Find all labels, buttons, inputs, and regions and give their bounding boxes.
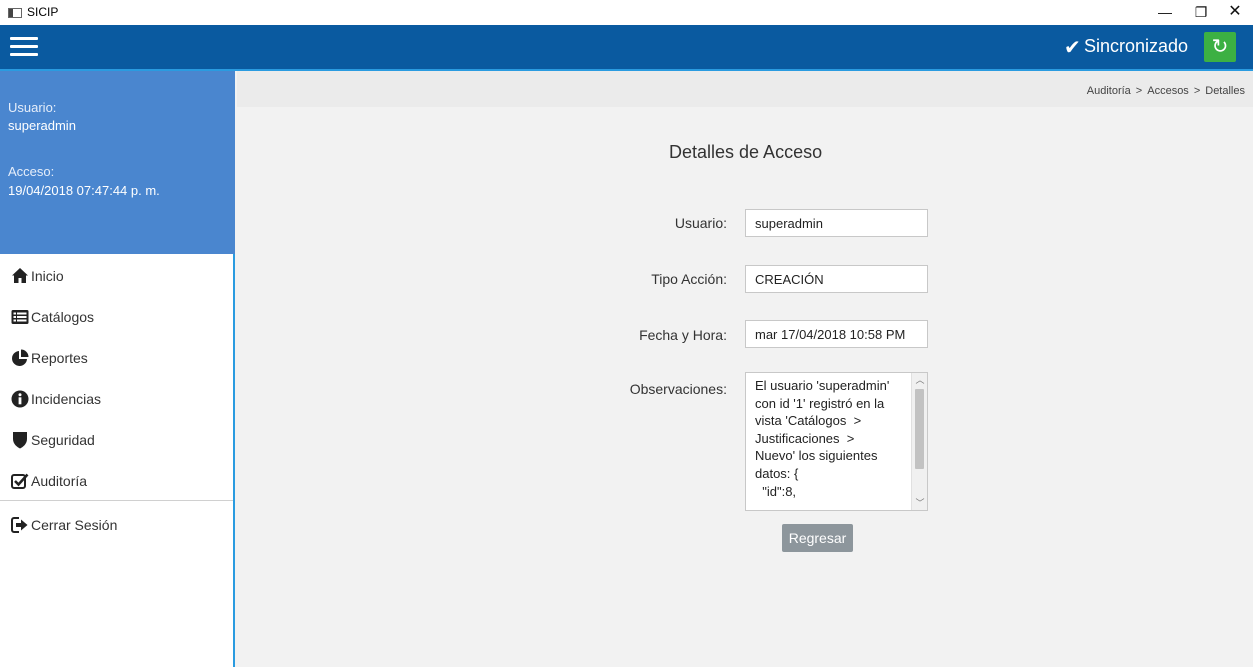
sidebar-item-label: Inicio	[31, 268, 64, 284]
close-button[interactable]: ✕	[1220, 2, 1250, 22]
usuario-field[interactable]: superadmin	[745, 209, 928, 237]
chevron-down-icon[interactable]: ﹀	[912, 496, 928, 510]
scrollbar-thumb[interactable]	[915, 389, 924, 469]
sidebar-item-seguridad[interactable]: Seguridad	[0, 421, 233, 457]
app-icon	[8, 8, 22, 18]
sidebar-item-label: Seguridad	[31, 432, 95, 448]
observaciones-label: Observaciones:	[629, 381, 727, 397]
breadcrumb-item-auditoria[interactable]: Auditoría	[1087, 85, 1131, 97]
access-label: Acceso:	[8, 164, 55, 179]
sidebar-item-reportes[interactable]: Reportes	[0, 339, 233, 375]
access-value: 19/04/2018 07:47:44 p. m.	[8, 183, 160, 198]
shield-icon	[13, 432, 27, 449]
regresar-button[interactable]: Regresar	[782, 524, 853, 552]
sidebar-item-cerrar-sesion[interactable]: Cerrar Sesión	[0, 506, 233, 542]
page-title: Detalles de Acceso	[669, 142, 823, 162]
user-value: superadmin	[8, 118, 76, 133]
user-label: Usuario:	[8, 100, 57, 115]
window-title-bar: SICIP — ❐ ✕	[0, 0, 1253, 25]
breadcrumb: Auditoría > Accesos > Detalles	[1087, 85, 1245, 97]
restore-button[interactable]: ❐	[1186, 2, 1216, 22]
home-icon	[12, 268, 28, 283]
sidebar-item-label: Auditoría	[31, 473, 88, 489]
list-icon	[11, 310, 29, 324]
usuario-label: Usuario:	[674, 215, 727, 231]
sidebar-item-label: Cerrar Sesión	[31, 517, 118, 533]
info-icon	[11, 390, 29, 408]
sidebar-item-label: Reportes	[31, 350, 88, 366]
window-title: SICIP	[27, 5, 59, 19]
breadcrumb-bar: Auditoría > Accesos > Detalles	[237, 71, 1253, 107]
sync-status: Sincronizado	[1084, 36, 1189, 56]
sidebar-item-label: Catálogos	[31, 309, 95, 325]
pie-chart-icon	[12, 349, 29, 366]
observaciones-field[interactable]: El usuario 'superadmin' con id '1' regis…	[745, 372, 928, 511]
sidebar-item-inicio[interactable]: Inicio	[0, 257, 233, 293]
tipo-accion-field[interactable]: CREACIÓN	[745, 265, 928, 293]
sidebar-item-label: Incidencias	[31, 391, 102, 407]
check-icon: ✔	[1064, 37, 1081, 59]
sidebar-item-incidencias[interactable]: Incidencias	[0, 380, 233, 416]
chevron-up-icon[interactable]: ︿	[912, 373, 928, 387]
sidebar: Usuario: superadmin Acceso: 19/04/2018 0…	[0, 71, 235, 667]
user-info-panel: Usuario: superadmin Acceso: 19/04/2018 0…	[0, 71, 235, 254]
observaciones-text: El usuario 'superadmin' con id '1' regis…	[755, 378, 890, 499]
tipo-accion-label: Tipo Acción:	[651, 271, 727, 287]
breadcrumb-item-accesos[interactable]: Accesos	[1147, 85, 1189, 97]
sync-button[interactable]: ↻	[1204, 32, 1236, 62]
breadcrumb-separator: >	[1135, 85, 1143, 97]
sidebar-divider	[0, 500, 233, 501]
sign-out-icon	[11, 517, 28, 533]
app-header: ✔ Sincronizado ↻	[0, 25, 1253, 71]
observaciones-scrollbar[interactable]: ︿ ﹀	[911, 373, 927, 510]
sidebar-item-auditoria[interactable]: Auditoría	[0, 462, 233, 498]
fecha-hora-field[interactable]: mar 17/04/2018 10:58 PM	[745, 320, 928, 348]
breadcrumb-separator: >	[1193, 85, 1201, 97]
minimize-button[interactable]: —	[1150, 2, 1180, 22]
fecha-hora-label: Fecha y Hora:	[639, 327, 727, 343]
sidebar-item-catalogos[interactable]: Catálogos	[0, 298, 233, 334]
check-square-icon	[11, 473, 29, 489]
menu-icon[interactable]	[10, 37, 38, 59]
breadcrumb-item-detalles: Detalles	[1205, 85, 1245, 97]
